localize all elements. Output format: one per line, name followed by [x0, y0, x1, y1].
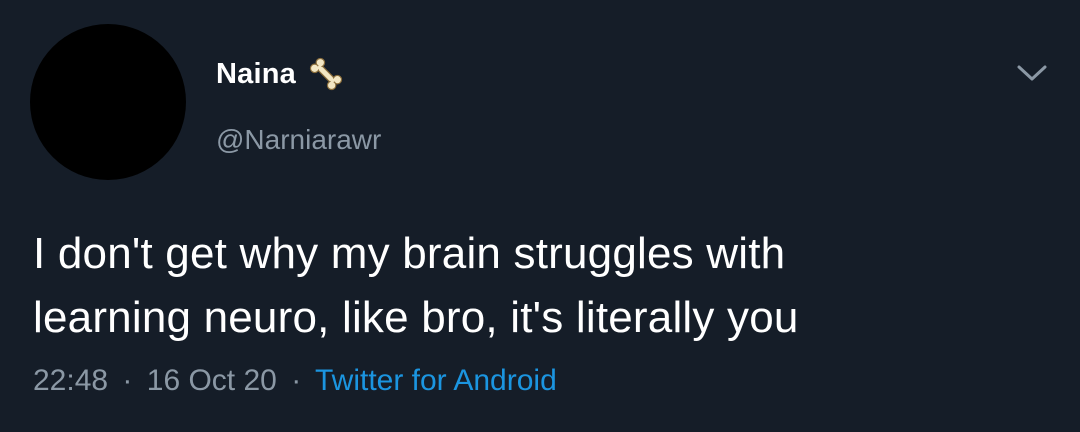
tweet-text-line: I don't get why my brain struggles with: [33, 229, 786, 278]
bone-icon: [306, 54, 346, 94]
tweet-time[interactable]: 22:48: [33, 364, 108, 397]
tweet-text: I don't get why my brain struggles with …: [33, 222, 1043, 350]
chevron-down-icon[interactable]: [1014, 60, 1050, 86]
display-name[interactable]: Naina: [216, 58, 296, 91]
meta-separator: ·: [122, 364, 133, 397]
tweet-card: Naina @Narniarawr I don't get why my bra…: [0, 0, 1080, 432]
tweet-date[interactable]: 16 Oct 20: [147, 364, 277, 397]
tweet-text-line: learning neuro, like bro, it's literally…: [33, 293, 799, 342]
user-handle[interactable]: @Narniarawr: [216, 124, 381, 156]
meta-separator: ·: [291, 364, 302, 397]
tweet-source-link[interactable]: Twitter for Android: [315, 364, 557, 397]
avatar[interactable]: [30, 24, 186, 180]
name-row: Naina: [216, 54, 346, 94]
tweet-meta: 22:48 · 16 Oct 20 · Twitter for Android: [33, 364, 557, 398]
